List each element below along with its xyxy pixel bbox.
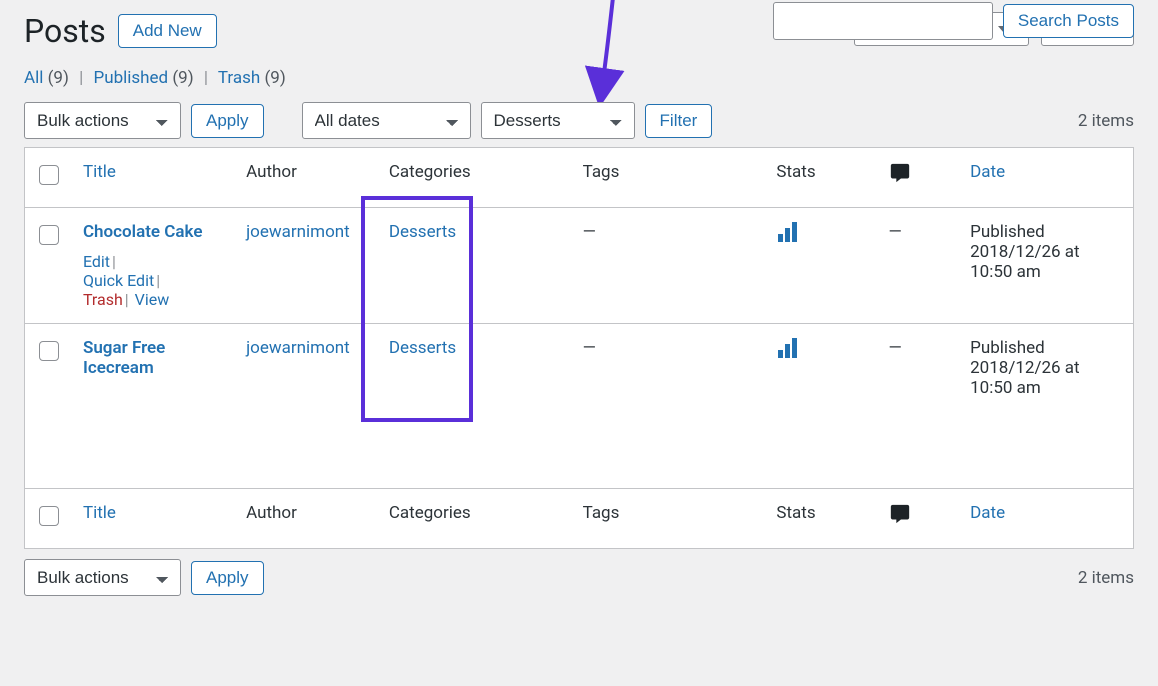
filter-all-link[interactable]: All bbox=[24, 68, 43, 88]
author-link[interactable]: joewarnimont bbox=[246, 338, 350, 358]
stats-bars-icon[interactable] bbox=[776, 343, 800, 363]
col-comments-foot bbox=[879, 489, 961, 549]
page-title: Posts bbox=[24, 12, 106, 50]
author-link[interactable]: joewarnimont bbox=[246, 222, 350, 242]
category-filter-select[interactable]: All CategoriesDesserts bbox=[481, 102, 635, 139]
view-link[interactable]: View bbox=[135, 290, 170, 309]
table-row: Sugar Free Icecream joewarnimont Dessert… bbox=[25, 324, 1134, 489]
filter-published-link[interactable]: Published bbox=[93, 68, 168, 88]
comment-bubble-icon bbox=[889, 169, 911, 189]
post-title-link[interactable]: Chocolate Cake bbox=[83, 222, 203, 242]
select-all-checkbox[interactable] bbox=[39, 165, 59, 185]
select-all-checkbox-foot[interactable] bbox=[39, 506, 59, 526]
col-title[interactable]: Title bbox=[83, 162, 116, 182]
col-categories-foot: Categories bbox=[379, 489, 573, 549]
trash-link[interactable]: Trash bbox=[83, 290, 123, 309]
filter-button[interactable]: Filter bbox=[645, 104, 713, 138]
col-comments bbox=[879, 148, 961, 208]
apply-button[interactable]: Apply bbox=[191, 104, 264, 138]
category-link[interactable]: Desserts bbox=[389, 338, 456, 358]
comments-cell: — bbox=[879, 208, 961, 324]
filter-all-count: (9) bbox=[48, 68, 69, 88]
comments-cell: — bbox=[879, 324, 961, 489]
edit-link[interactable]: Edit bbox=[83, 252, 110, 271]
filter-trash-link[interactable]: Trash bbox=[218, 68, 260, 88]
date-cell: Published2018/12/26 at 10:50 am bbox=[960, 324, 1133, 489]
col-tags-foot: Tags bbox=[573, 489, 767, 549]
stats-bars-icon[interactable] bbox=[776, 227, 800, 247]
row-checkbox[interactable] bbox=[39, 225, 59, 245]
view-filters: All (9) | Published (9) | Trash (9) bbox=[24, 68, 1134, 88]
apply-button-bottom[interactable]: Apply bbox=[191, 561, 264, 595]
date-cell: Published2018/12/26 at 10:50 am bbox=[960, 208, 1133, 324]
search-posts-button[interactable]: Search Posts bbox=[1003, 4, 1134, 38]
post-title-link[interactable]: Sugar Free Icecream bbox=[83, 338, 165, 378]
col-author-foot: Author bbox=[236, 489, 379, 549]
bulk-actions-select[interactable]: Bulk actionsEditMove to Trash bbox=[24, 102, 181, 139]
items-count-bottom: 2 items bbox=[1078, 568, 1134, 588]
quick-edit-link[interactable]: Quick Edit bbox=[83, 271, 154, 290]
date-filter-select[interactable]: All datesDecember 2018 bbox=[302, 102, 471, 139]
col-author: Author bbox=[236, 148, 379, 208]
search-input[interactable] bbox=[773, 2, 993, 40]
row-actions: Edit| Quick Edit| Trash| View bbox=[83, 252, 226, 309]
table-row: Chocolate Cake Edit| Quick Edit| Trash| … bbox=[25, 208, 1134, 324]
posts-table: Title Author Categories Tags Stats Date … bbox=[24, 147, 1134, 549]
tags-cell: — bbox=[573, 208, 767, 324]
add-new-button[interactable]: Add New bbox=[118, 14, 217, 48]
filter-published-count: (9) bbox=[172, 68, 193, 88]
category-link[interactable]: Desserts bbox=[389, 222, 456, 242]
comment-bubble-icon bbox=[889, 510, 911, 530]
bulk-actions-select-bottom[interactable]: Bulk actionsEditMove to Trash bbox=[24, 559, 181, 596]
col-stats-foot: Stats bbox=[766, 489, 878, 549]
col-date[interactable]: Date bbox=[970, 162, 1005, 182]
tags-cell: — bbox=[573, 324, 767, 489]
col-tags: Tags bbox=[573, 148, 767, 208]
col-stats: Stats bbox=[766, 148, 878, 208]
col-title-foot[interactable]: Title bbox=[83, 503, 116, 523]
col-categories: Categories bbox=[379, 148, 573, 208]
items-count: 2 items bbox=[1078, 111, 1134, 131]
row-checkbox[interactable] bbox=[39, 341, 59, 361]
col-date-foot[interactable]: Date bbox=[970, 503, 1005, 523]
filter-trash-count: (9) bbox=[264, 68, 285, 88]
